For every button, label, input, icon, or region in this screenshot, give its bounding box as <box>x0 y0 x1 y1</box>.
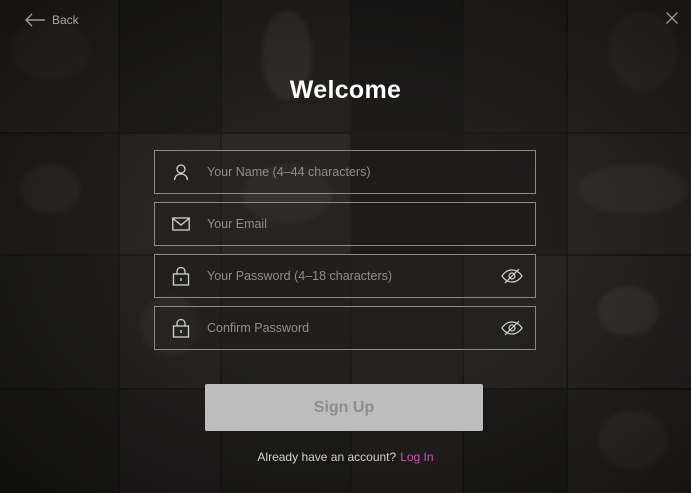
back-label: Back <box>52 13 79 27</box>
login-prompt: Already have an account? Log In <box>0 450 691 464</box>
confirm-password-field[interactable] <box>154 306 536 350</box>
arrow-left-icon <box>24 13 46 27</box>
close-icon <box>665 11 679 25</box>
sign-up-button[interactable]: Sign Up <box>205 384 483 431</box>
lock-icon <box>155 307 207 349</box>
name-field[interactable] <box>154 150 536 194</box>
user-icon <box>155 151 207 193</box>
name-input[interactable] <box>207 152 535 192</box>
close-button[interactable] <box>665 11 679 25</box>
password-input[interactable] <box>207 256 489 296</box>
email-input[interactable] <box>207 204 535 244</box>
eye-hidden-icon[interactable] <box>489 307 535 349</box>
confirm-password-input[interactable] <box>207 308 489 348</box>
envelope-icon <box>155 203 207 245</box>
back-button[interactable]: Back <box>24 10 79 30</box>
eye-hidden-icon[interactable] <box>489 255 535 297</box>
page-title: Welcome <box>289 76 402 104</box>
email-field[interactable] <box>154 202 536 246</box>
login-prompt-text: Already have an account? <box>257 450 397 464</box>
login-link[interactable]: Log In <box>400 450 433 464</box>
lock-icon <box>155 255 207 297</box>
password-field[interactable] <box>154 254 536 298</box>
